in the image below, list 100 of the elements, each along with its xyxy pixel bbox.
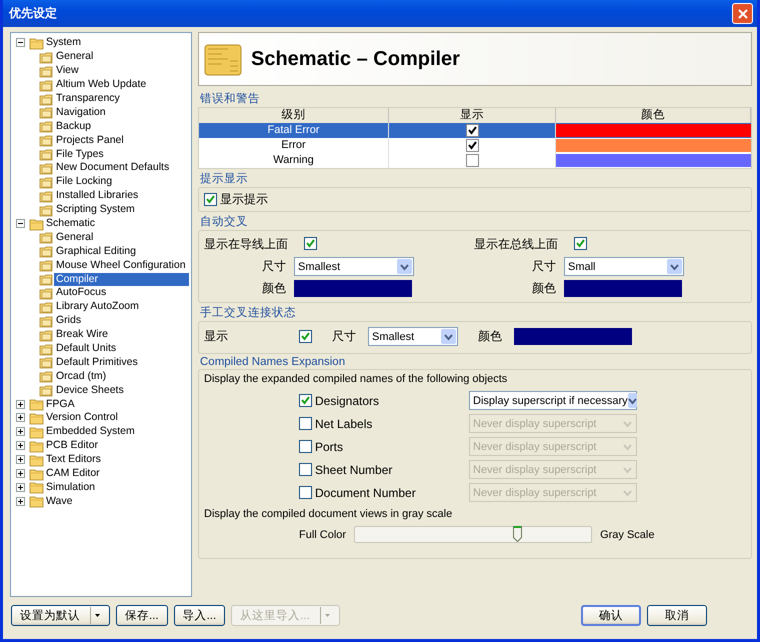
- tree-item[interactable]: Schematic: [44, 217, 98, 230]
- dialog-button[interactable]: 导入...: [174, 605, 226, 626]
- folder-icon: [29, 494, 44, 508]
- folder-icon: [29, 216, 44, 231]
- dialog-button[interactable]: 保存...: [116, 605, 168, 626]
- color-swatch[interactable]: [564, 280, 682, 297]
- tree-item[interactable]: Graphical Editing: [54, 244, 138, 258]
- expand-icon[interactable]: [16, 482, 25, 492]
- caret-icon: [623, 466, 632, 474]
- table-cell: Fatal Error: [199, 123, 389, 138]
- checkbox[interactable]: [466, 124, 478, 137]
- checkbox[interactable]: [574, 237, 587, 250]
- tree-item[interactable]: Device Sheets: [54, 384, 126, 397]
- color-swatch[interactable]: [556, 154, 751, 167]
- tree-item[interactable]: System: [44, 36, 84, 50]
- tree-item[interactable]: Grids: [54, 314, 84, 328]
- expand-icon[interactable]: [16, 413, 25, 422]
- color-swatch[interactable]: [556, 124, 751, 137]
- checkbox[interactable]: [204, 193, 217, 206]
- tree-item[interactable]: View: [54, 64, 81, 78]
- folder-icon: [29, 480, 44, 494]
- option-label: 颜色: [262, 280, 286, 297]
- folder-icon: [39, 105, 54, 120]
- checkbox[interactable]: [299, 463, 312, 476]
- tree-item[interactable]: Text Editors: [44, 453, 103, 466]
- table-cell: Warning: [199, 153, 389, 168]
- table-row[interactable]: Warning: [199, 153, 751, 168]
- color-swatch[interactable]: [556, 139, 751, 152]
- expand-icon[interactable]: [16, 400, 25, 409]
- tree-item[interactable]: New Document Defaults: [54, 161, 172, 174]
- tree-item[interactable]: Default Primitives: [54, 356, 140, 369]
- tree-item[interactable]: Installed Libraries: [54, 189, 140, 202]
- expand-icon[interactable]: [16, 469, 25, 478]
- tree-item[interactable]: AutoFocus: [54, 286, 108, 300]
- collapse-icon[interactable]: [16, 219, 25, 228]
- tree-item[interactable]: Version Control: [44, 411, 120, 424]
- folder-icon: [39, 64, 54, 78]
- tree-item[interactable]: Navigation: [54, 106, 108, 119]
- slider-track[interactable]: [354, 526, 592, 543]
- dialog-button[interactable]: 取消: [647, 605, 707, 626]
- tree-item[interactable]: Wave: [44, 494, 74, 508]
- tree-item[interactable]: Break Wire: [54, 328, 110, 342]
- tree-item[interactable]: General: [54, 50, 96, 64]
- slider-thumb[interactable]: [512, 526, 522, 542]
- tree-item[interactable]: File Locking: [54, 175, 114, 188]
- combo-box[interactable]: Smallest: [294, 257, 414, 276]
- option-label: 尺寸: [262, 258, 286, 275]
- tree-item[interactable]: File Types: [54, 148, 106, 161]
- table-row[interactable]: Error: [199, 138, 751, 153]
- tree-item[interactable]: FPGA: [44, 398, 77, 411]
- checkbox[interactable]: [299, 417, 312, 430]
- tree-item[interactable]: Default Units: [54, 342, 118, 356]
- tree-item[interactable]: General: [54, 230, 96, 244]
- expand-icon[interactable]: [16, 496, 25, 506]
- tree-item[interactable]: Orcad (tm): [54, 370, 108, 383]
- folder-icon: [39, 119, 54, 134]
- collapse-icon[interactable]: [16, 38, 25, 48]
- combo-box[interactable]: Display superscript if necessary: [469, 391, 637, 410]
- folder-icon: [39, 286, 54, 300]
- tree-item[interactable]: Altium Web Update: [54, 78, 148, 92]
- folder-icon: [39, 328, 54, 342]
- folder-icon: [39, 244, 54, 258]
- tree-item[interactable]: Compiler: [54, 272, 189, 286]
- checkbox[interactable]: [299, 394, 312, 407]
- close-button[interactable]: [732, 3, 753, 24]
- option-label: 颜色: [478, 328, 502, 345]
- tree-item[interactable]: Library AutoZoom: [54, 300, 141, 314]
- split-button[interactable]: 设置为默认: [11, 605, 110, 626]
- folder-icon: [39, 230, 54, 244]
- checkbox[interactable]: [299, 440, 312, 453]
- checkbox[interactable]: [299, 486, 312, 499]
- tree-item[interactable]: Transparency: [54, 92, 122, 105]
- tree-item[interactable]: Backup: [54, 120, 94, 133]
- checkbox[interactable]: [466, 154, 478, 167]
- tree-item[interactable]: Simulation: [44, 480, 98, 494]
- expand-icon[interactable]: [16, 441, 25, 450]
- group-title: 错误和警告: [200, 92, 261, 106]
- tree-item[interactable]: Scripting System: [54, 203, 137, 216]
- color-swatch[interactable]: [294, 280, 412, 297]
- close-icon: [736, 8, 748, 20]
- table-row[interactable]: Fatal Error: [199, 123, 751, 138]
- tree-item[interactable]: CAM Editor: [44, 467, 102, 480]
- expand-icon[interactable]: [16, 427, 25, 436]
- color-swatch[interactable]: [514, 328, 632, 345]
- checkbox[interactable]: [299, 330, 312, 343]
- tree-item[interactable]: Embedded System: [44, 425, 137, 438]
- folder-icon: [39, 272, 54, 286]
- tree-item[interactable]: PCB Editor: [44, 439, 100, 452]
- checkbox-label: Designators: [315, 394, 380, 408]
- caret-icon: [628, 396, 637, 404]
- dialog-button[interactable]: 确认: [581, 605, 641, 626]
- tree-item[interactable]: Projects Panel: [54, 134, 126, 147]
- settings-tree[interactable]: [10, 32, 192, 597]
- option-label: 显示在总线上面: [474, 236, 559, 253]
- combo-box[interactable]: Smallest: [368, 327, 458, 346]
- expand-icon[interactable]: [16, 455, 25, 464]
- checkbox[interactable]: [304, 237, 317, 250]
- checkbox[interactable]: [466, 139, 478, 152]
- tree-item[interactable]: Mouse Wheel Configuration: [54, 258, 188, 272]
- combo-box[interactable]: Small: [564, 257, 684, 276]
